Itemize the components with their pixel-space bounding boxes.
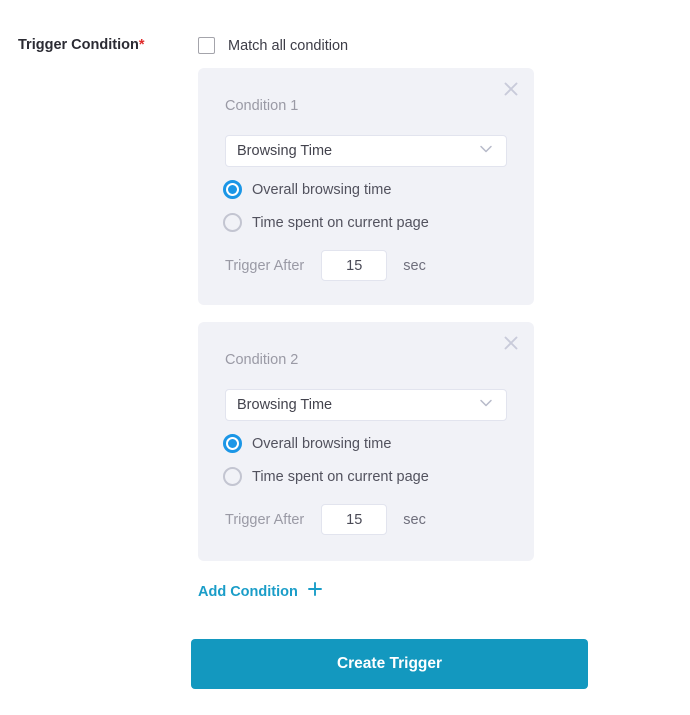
radio-selected-icon[interactable]: [223, 434, 242, 453]
add-condition-label: Add Condition: [198, 583, 298, 600]
condition-type-value: Browsing Time: [237, 397, 333, 413]
trigger-after-row: Trigger After sec: [225, 504, 426, 535]
match-all-condition-label: Match all condition: [228, 37, 349, 54]
trigger-after-label: Trigger After: [225, 257, 305, 274]
radio-label: Overall browsing time: [252, 181, 392, 198]
plus-icon: [307, 581, 323, 602]
trigger-after-input[interactable]: [321, 504, 388, 535]
trigger-after-input[interactable]: [321, 250, 388, 281]
condition-title: Condition 2: [225, 352, 299, 368]
condition-card: Condition 1 Browsing Time Overall browsi…: [198, 68, 534, 305]
condition-type-select[interactable]: Browsing Time: [225, 389, 507, 421]
trigger-after-row: Trigger After sec: [225, 250, 426, 281]
trigger-after-unit: sec: [403, 511, 426, 528]
radio-overall-browsing-time[interactable]: Overall browsing time: [223, 180, 391, 199]
field-label-text: Trigger Condition: [18, 37, 139, 53]
condition-type-value: Browsing Time: [237, 143, 333, 159]
checkbox-icon[interactable]: [198, 37, 215, 54]
condition-card: Condition 2 Browsing Time Overall browsi…: [198, 322, 534, 561]
radio-label: Overall browsing time: [252, 435, 392, 452]
radio-overall-browsing-time[interactable]: Overall browsing time: [223, 434, 391, 453]
radio-selected-icon[interactable]: [223, 180, 242, 199]
create-trigger-button[interactable]: Create Trigger: [191, 639, 588, 689]
field-label: Trigger Condition*: [18, 37, 144, 53]
trigger-after-unit: sec: [403, 257, 426, 274]
chevron-down-icon: [478, 395, 494, 416]
close-icon[interactable]: [498, 76, 524, 102]
trigger-after-label: Trigger After: [225, 511, 305, 528]
radio-unselected-icon[interactable]: [223, 213, 242, 232]
radio-time-spent-current-page[interactable]: Time spent on current page: [223, 213, 429, 232]
match-all-condition-checkbox[interactable]: Match all condition: [198, 37, 348, 54]
required-asterisk: *: [138, 37, 145, 53]
radio-label: Time spent on current page: [252, 468, 429, 485]
radio-label: Time spent on current page: [252, 214, 429, 231]
close-icon[interactable]: [498, 330, 524, 356]
add-condition-button[interactable]: Add Condition: [198, 581, 323, 602]
radio-unselected-icon[interactable]: [223, 467, 242, 486]
chevron-down-icon: [478, 141, 494, 162]
radio-time-spent-current-page[interactable]: Time spent on current page: [223, 467, 429, 486]
condition-title: Condition 1: [225, 98, 299, 114]
condition-type-select[interactable]: Browsing Time: [225, 135, 507, 167]
